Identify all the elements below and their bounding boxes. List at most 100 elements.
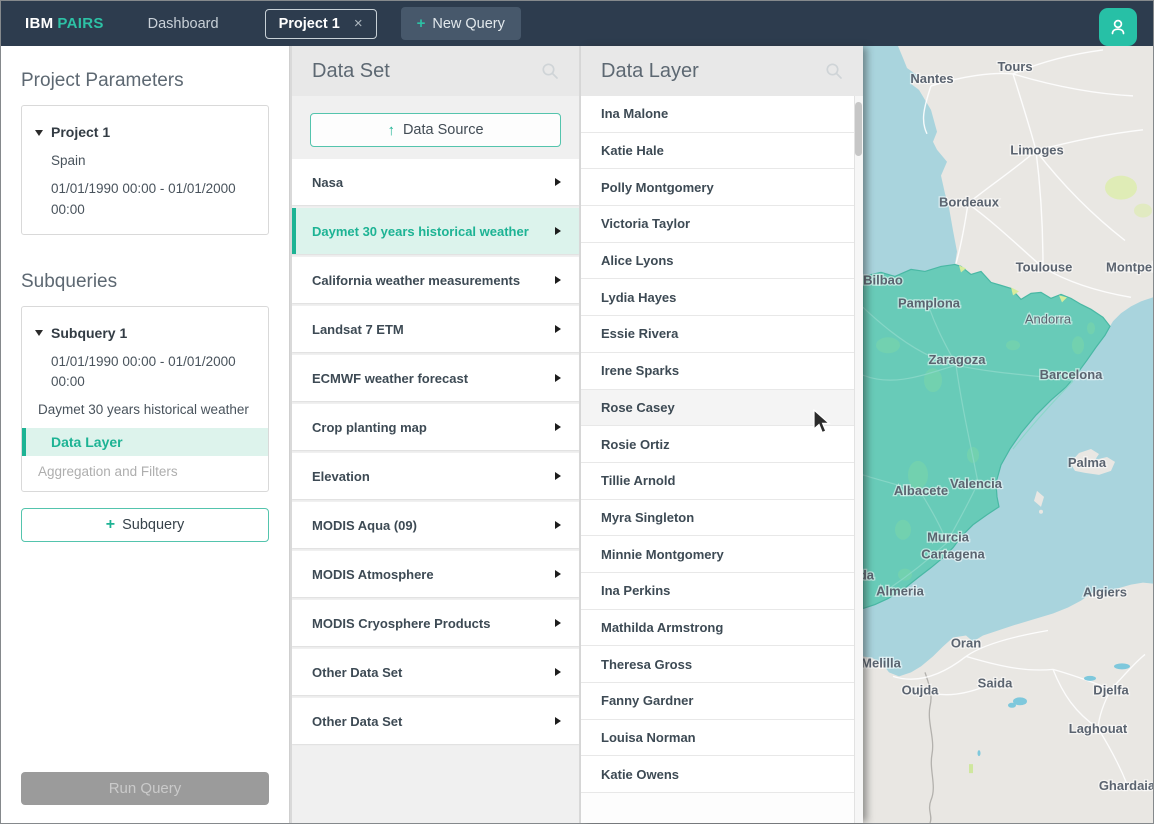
- up-arrow-icon: ↑: [387, 122, 395, 139]
- dataset-item[interactable]: Other Data Set: [292, 649, 579, 695]
- datalayer-item-label: Alice Lyons: [601, 253, 673, 268]
- datalayer-item-label: Lydia Hayes: [601, 290, 676, 305]
- map-oasis-patch: [969, 764, 973, 773]
- datalayer-item[interactable]: Lydia Hayes: [581, 279, 863, 316]
- brand-ibm: IBM: [25, 15, 53, 32]
- map-label: Saida: [978, 675, 1013, 690]
- map-label: Murcia: [927, 530, 970, 545]
- datalayer-item-label: Ina Perkins: [601, 583, 670, 598]
- add-subquery-button[interactable]: + Subquery: [21, 508, 269, 542]
- project-card-header[interactable]: Project 1: [22, 118, 268, 147]
- datalayer-item-label: Katie Owens: [601, 767, 679, 782]
- project-card: Project 1 Spain 01/01/1990 00:00 - 01/01…: [21, 105, 269, 235]
- project-parameters-title: Project Parameters: [21, 70, 269, 92]
- dataset-item[interactable]: MODIS Aqua (09): [292, 502, 579, 548]
- datalayer-item[interactable]: Mathilda Armstrong: [581, 610, 863, 647]
- datalayer-item[interactable]: Louisa Norman: [581, 720, 863, 757]
- new-query-button[interactable]: + New Query: [401, 7, 521, 40]
- datalayer-item-label: Rosie Ortiz: [601, 437, 670, 452]
- expand-arrow-icon: [555, 521, 561, 529]
- map-forest-patch: [1134, 204, 1152, 218]
- project-region: Spain: [22, 147, 268, 175]
- subquery-card: Subquery 1 01/01/1990 00:00 - 01/01/2000…: [21, 306, 269, 492]
- dataset-panel-header: Data Set: [292, 46, 579, 96]
- expand-arrow-icon: [555, 472, 561, 480]
- datalayer-item-label: Victoria Taylor: [601, 216, 690, 231]
- app-window: IBMPAIRS Dashboard Project 1 × + New Que…: [0, 0, 1154, 824]
- scrollbar-thumb[interactable]: [855, 102, 862, 156]
- datalayer-item[interactable]: Victoria Taylor: [581, 206, 863, 243]
- datalayer-item[interactable]: Minnie Montgomery: [581, 536, 863, 573]
- subquery-step-data-layer[interactable]: Data Layer: [22, 428, 268, 456]
- user-avatar-button[interactable]: [1099, 8, 1137, 46]
- datalayer-item[interactable]: Rose Casey: [581, 390, 863, 427]
- dataset-item[interactable]: ECMWF weather forecast: [292, 355, 579, 401]
- new-query-label: New Query: [432, 16, 505, 32]
- datalayer-item[interactable]: Ina Malone: [581, 96, 863, 133]
- search-icon[interactable]: [541, 62, 559, 80]
- data-source-button[interactable]: ↑ Data Source: [310, 113, 561, 147]
- project-date-range: 01/01/1990 00:00 - 01/01/2000 00:00: [22, 175, 268, 224]
- datalayer-item[interactable]: Essie Rivera: [581, 316, 863, 353]
- scrollbar-track[interactable]: [854, 96, 863, 823]
- plus-icon: +: [106, 516, 115, 534]
- datalayer-item[interactable]: Myra Singleton: [581, 500, 863, 537]
- project-tab[interactable]: Project 1 ×: [265, 9, 377, 39]
- map-label: Bilbao: [863, 272, 903, 287]
- map-label: Palma: [1068, 455, 1107, 470]
- subquery-step-aggregation[interactable]: Aggregation and Filters: [22, 459, 268, 481]
- dataset-item-label: MODIS Atmosphere: [312, 567, 434, 582]
- datalayer-item-label: Polly Montgomery: [601, 180, 714, 195]
- dataset-item[interactable]: Nasa: [292, 159, 579, 205]
- map-label: Limoges: [1010, 143, 1063, 158]
- map-view[interactable]: NantesToursLimogesBordeauxToulouseMontpe…: [863, 46, 1153, 823]
- dataset-item[interactable]: MODIS Atmosphere: [292, 551, 579, 597]
- datalayer-item-label: Irene Sparks: [601, 363, 679, 378]
- dataset-item-label: Crop planting map: [312, 420, 427, 435]
- datalayer-item[interactable]: Polly Montgomery: [581, 169, 863, 206]
- close-tab-icon[interactable]: ×: [354, 16, 363, 31]
- nav-dashboard-link[interactable]: Dashboard: [148, 16, 219, 32]
- dataset-item[interactable]: Crop planting map: [292, 404, 579, 450]
- subquery-card-header[interactable]: Subquery 1: [22, 319, 268, 348]
- map-label: Algiers: [1083, 585, 1127, 600]
- datalayer-item[interactable]: Rosie Ortiz: [581, 426, 863, 463]
- datalayer-item-label: Essie Rivera: [601, 326, 678, 341]
- dataset-item[interactable]: Daymet 30 years historical weather: [292, 208, 579, 254]
- person-icon: [1108, 17, 1128, 37]
- dataset-item[interactable]: California weather measurements: [292, 257, 579, 303]
- datalayer-item-label: Minnie Montgomery: [601, 547, 724, 562]
- collapse-caret-icon: [35, 130, 43, 136]
- dataset-item[interactable]: MODIS Cryosphere Products: [292, 600, 579, 646]
- dataset-item[interactable]: Elevation: [292, 453, 579, 499]
- datalayer-panel-header: Data Layer: [581, 46, 863, 96]
- map-label: Albacete: [894, 483, 948, 498]
- map-forest-patch: [1105, 176, 1137, 200]
- dataset-item-label: MODIS Cryosphere Products: [312, 616, 490, 631]
- datalayer-item[interactable]: Tillie Arnold: [581, 463, 863, 500]
- dataset-item-label: Daymet 30 years historical weather: [312, 224, 529, 239]
- datalayer-item-label: Mathilda Armstrong: [601, 620, 723, 635]
- dataset-item[interactable]: Other Data Set: [292, 698, 579, 744]
- dataset-item[interactable]: Landsat 7 ETM: [292, 306, 579, 352]
- datalayer-item[interactable]: Alice Lyons: [581, 243, 863, 280]
- search-icon[interactable]: [825, 62, 843, 80]
- map-label: Almeria: [876, 584, 924, 599]
- map-label: Zaragoza: [928, 352, 986, 367]
- datalayer-item[interactable]: Ina Perkins: [581, 573, 863, 610]
- datalayer-item[interactable]: Katie Owens: [581, 756, 863, 793]
- datalayer-item-label: Katie Hale: [601, 143, 664, 158]
- subquery-dataset: Daymet 30 years historical weather: [22, 396, 268, 424]
- datalayer-item[interactable]: Katie Hale: [581, 133, 863, 170]
- subqueries-title: Subqueries: [21, 271, 269, 293]
- brand-logo[interactable]: IBMPAIRS: [25, 15, 104, 32]
- expand-arrow-icon: [555, 178, 561, 186]
- map-label: Djelfa: [1093, 682, 1129, 697]
- expand-arrow-icon: [555, 423, 561, 431]
- expand-arrow-icon: [555, 374, 561, 382]
- datalayer-item[interactable]: Fanny Gardner: [581, 683, 863, 720]
- map-label: Laghouat: [1069, 721, 1128, 736]
- run-query-button[interactable]: Run Query: [21, 772, 269, 805]
- datalayer-item[interactable]: Theresa Gross: [581, 646, 863, 683]
- datalayer-item[interactable]: Irene Sparks: [581, 353, 863, 390]
